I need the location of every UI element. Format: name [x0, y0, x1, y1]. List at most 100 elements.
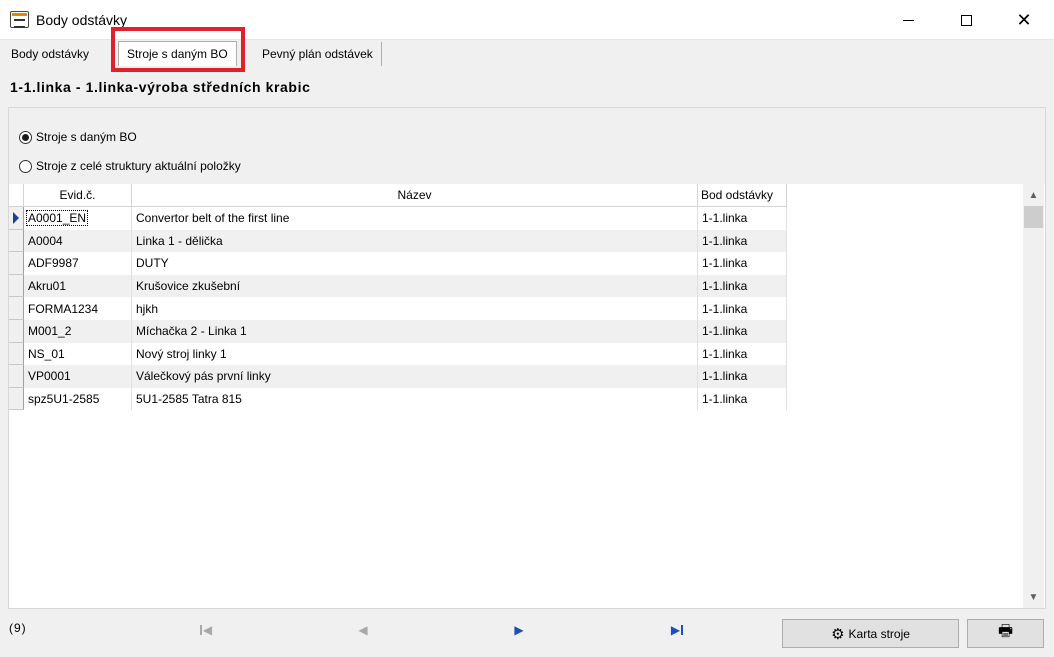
print-button[interactable]: 🖶 — [967, 619, 1044, 648]
radio-button-unchecked[interactable] — [19, 159, 32, 173]
tab-stroje-s-danym-bo[interactable]: Stroje s daným BO — [118, 41, 237, 66]
cell-evid[interactable]: A0004 — [24, 229, 132, 253]
cell-bod-odstavky[interactable]: 1-1.linka — [698, 252, 787, 275]
scroll-thumb[interactable] — [1024, 206, 1043, 228]
row-selector[interactable] — [9, 365, 24, 388]
cell-evid[interactable]: ADF9987 — [24, 252, 132, 275]
cell-nazev[interactable]: Válečkový pás první linky — [132, 365, 698, 388]
table-row[interactable]: NS_01 Nový stroj linky 1 1-1.linka — [9, 342, 787, 366]
main-panel: Stroje s daným BO Stroje z celé struktur… — [8, 107, 1046, 609]
cell-nazev[interactable]: hjkh — [132, 297, 698, 320]
cell-bod-odstavky[interactable]: 1-1.linka — [698, 342, 787, 366]
scroll-down-icon[interactable]: ▼ — [1023, 589, 1044, 606]
tab-pevny-plan-odstavek[interactable]: Pevný plán odstávek — [254, 42, 382, 66]
table-row[interactable]: VP0001 Válečkový pás první linky 1-1.linka — [9, 365, 787, 388]
cell-nazev[interactable]: Convertor belt of the first line — [132, 207, 698, 230]
cell-nazev[interactable]: Míchačka 2 - Linka 1 — [132, 319, 698, 343]
table-row[interactable]: Akru01 Krušovice zkušební 1-1.linka — [9, 274, 787, 298]
column-header-nazev[interactable]: Název — [132, 184, 698, 207]
minimize-icon — [902, 19, 914, 21]
cell-evid-text: Akru01 — [28, 279, 67, 294]
page-title: 1-1.linka - 1.linka-výroba středních kra… — [10, 79, 311, 95]
cell-bod-odstavky[interactable]: 1-1.linka — [698, 319, 787, 343]
close-icon: ✕ — [1016, 10, 1032, 30]
vertical-scrollbar[interactable]: ▲ ▼ — [1023, 184, 1044, 608]
cell-bod-odstavky[interactable]: 1-1.linka — [698, 387, 787, 411]
cell-evid[interactable]: A0001_EN — [24, 207, 132, 230]
radio-label: Stroje z celé struktury aktuální položky — [36, 159, 241, 173]
cell-bod-odstavky-text: 1-1.linka — [702, 301, 748, 316]
table-row[interactable]: M001_2 Míchačka 2 - Linka 1 1-1.linka — [9, 319, 787, 343]
radio-stroje-s-danym-bo[interactable]: Stroje s daným BO — [19, 130, 137, 144]
cell-evid[interactable]: M001_2 — [24, 319, 132, 343]
row-selector[interactable] — [9, 252, 24, 275]
first-record-icon: ◀ — [200, 623, 212, 637]
row-selector[interactable] — [9, 229, 24, 253]
last-record-button[interactable]: ▶ — [667, 620, 687, 640]
cell-nazev-text: DUTY — [136, 256, 169, 271]
minimize-button[interactable] — [879, 0, 937, 40]
column-header-evid[interactable]: Evid.č. — [24, 184, 132, 207]
scroll-up-icon[interactable]: ▲ — [1023, 187, 1044, 204]
close-button[interactable]: ✕ — [995, 0, 1053, 40]
cell-nazev[interactable]: Nový stroj linky 1 — [132, 342, 698, 366]
cell-evid[interactable]: spz5U1-2585 — [24, 387, 132, 411]
cell-evid[interactable]: FORMA1234 — [24, 297, 132, 320]
title-bar: Body odstávky ✕ — [0, 0, 1054, 40]
cell-bod-odstavky[interactable]: 1-1.linka — [698, 229, 787, 253]
cell-nazev-text: hjkh — [136, 301, 159, 316]
app-icon — [10, 11, 29, 28]
first-record-button[interactable]: ◀ — [196, 620, 216, 640]
cell-nazev[interactable]: Krušovice zkušební — [132, 274, 698, 298]
row-selector[interactable] — [9, 319, 24, 343]
table-row[interactable]: A0001_EN Convertor belt of the first line… — [9, 207, 787, 230]
cell-bod-odstavky-text: 1-1.linka — [702, 256, 748, 271]
maximize-icon — [960, 14, 972, 26]
table-row[interactable]: A0004 Linka 1 - dělička 1-1.linka — [9, 229, 787, 253]
cell-bod-odstavky[interactable]: 1-1.linka — [698, 207, 787, 230]
cell-bod-odstavky-text: 1-1.linka — [702, 346, 748, 361]
cell-nazev[interactable]: 5U1-2585 Tatra 815 — [132, 387, 698, 411]
row-selector[interactable] — [9, 297, 24, 320]
cell-bod-odstavky-text: 1-1.linka — [702, 392, 748, 407]
cell-evid[interactable]: VP0001 — [24, 365, 132, 388]
cell-nazev-text: Nový stroj linky 1 — [136, 346, 227, 361]
cell-nazev[interactable]: Linka 1 - dělička — [132, 229, 698, 253]
cell-nazev-text: Krušovice zkušební — [136, 279, 241, 294]
row-selector[interactable] — [9, 387, 24, 411]
cell-bod-odstavky-text: 1-1.linka — [702, 279, 748, 294]
cell-nazev[interactable]: DUTY — [132, 252, 698, 275]
table-row[interactable]: ADF9987 DUTY 1-1.linka — [9, 252, 787, 275]
current-row-indicator[interactable] — [9, 207, 24, 230]
cell-evid[interactable]: NS_01 — [24, 342, 132, 366]
previous-record-icon: ◀ — [358, 623, 368, 637]
radio-button-checked[interactable] — [19, 130, 32, 144]
previous-record-button[interactable]: ◀ — [353, 620, 373, 640]
table-row[interactable]: spz5U1-2585 5U1-2585 Tatra 815 1-1.linka — [9, 387, 787, 411]
cell-evid-text: VP0001 — [28, 369, 71, 384]
karta-stroje-button[interactable]: ⚙ Karta stroje — [782, 619, 959, 648]
cell-bod-odstavky[interactable]: 1-1.linka — [698, 365, 787, 388]
cell-bod-odstavky[interactable]: 1-1.linka — [698, 297, 787, 320]
cell-bod-odstavky[interactable]: 1-1.linka — [698, 274, 787, 298]
cell-evid-text: ADF9987 — [28, 256, 79, 271]
cell-bod-odstavky-text: 1-1.linka — [702, 324, 748, 339]
cell-evid-text: NS_01 — [28, 346, 65, 361]
cell-nazev-text: Convertor belt of the first line — [136, 211, 290, 226]
cell-bod-odstavky-text: 1-1.linka — [702, 233, 748, 248]
row-selector[interactable] — [9, 342, 24, 366]
cell-nazev-text: Linka 1 - dělička — [136, 233, 223, 248]
table-row[interactable]: FORMA1234 hjkh 1-1.linka — [9, 297, 787, 320]
last-record-icon: ▶ — [671, 623, 683, 637]
tab-body-odstavky[interactable]: Body odstávky — [3, 42, 97, 66]
column-header-bod-odstavky[interactable]: Bod odstávky — [698, 184, 787, 207]
gear-icon: ⚙ — [831, 625, 845, 643]
window-title: Body odstávky — [36, 12, 128, 28]
next-record-button[interactable]: ▶ — [509, 620, 529, 640]
cell-bod-odstavky-text: 1-1.linka — [702, 369, 748, 384]
radio-cela-struktura[interactable]: Stroje z celé struktury aktuální položky — [19, 159, 241, 173]
cell-nazev-text: 5U1-2585 Tatra 815 — [136, 392, 242, 407]
cell-evid[interactable]: Akru01 — [24, 274, 132, 298]
maximize-button[interactable] — [937, 0, 995, 40]
row-selector[interactable] — [9, 274, 24, 298]
